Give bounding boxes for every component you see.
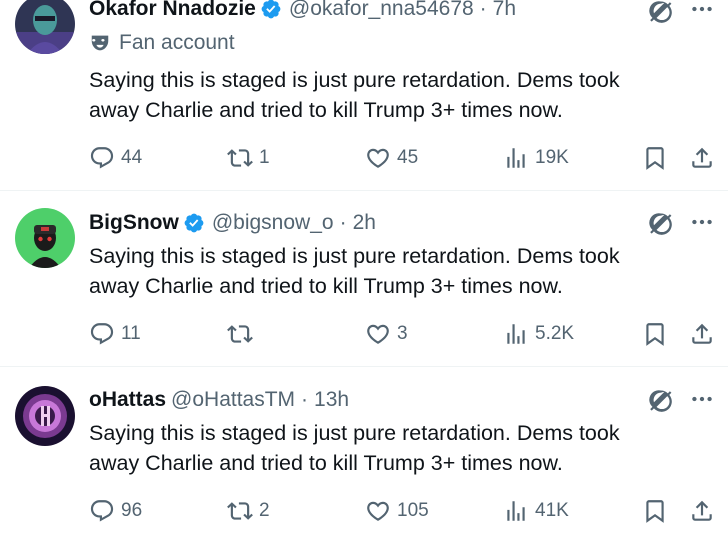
avatar[interactable] (15, 0, 75, 54)
bookmark-icon (642, 498, 668, 524)
more-options-icon[interactable] (689, 0, 715, 22)
reply-button[interactable]: 96 (89, 496, 142, 526)
mask-icon (91, 35, 109, 51)
like-count: 45 (397, 147, 419, 168)
views-icon (503, 498, 529, 524)
bookmark-icon (642, 321, 668, 347)
tweet-text: Saying this is staged is just pure retar… (89, 241, 709, 301)
share-icon (689, 498, 715, 524)
reply-icon (89, 498, 115, 524)
bookmark-button[interactable] (642, 319, 668, 349)
timestamp[interactable]: 7h (493, 0, 516, 21)
tweet-text-line: Saying this is staged is just pure retar… (89, 68, 620, 92)
verified-badge-icon[interactable] (260, 0, 282, 20)
avatar[interactable] (15, 208, 75, 268)
tweet-text-line: away Charlie and tried to kill Trump 3+ … (89, 98, 563, 122)
tweet-text-line: away Charlie and tried to kill Trump 3+ … (89, 274, 563, 298)
reply-count: 96 (121, 500, 143, 521)
like-button[interactable]: 105 (365, 496, 429, 526)
tweet-header: BigSnow @bigsnow_o · 2h (89, 209, 376, 237)
repost-button[interactable] (227, 319, 259, 349)
more-options-icon[interactable] (689, 209, 715, 235)
view-count: 41K (535, 500, 569, 521)
heart-icon (365, 498, 391, 524)
share-button[interactable] (689, 143, 715, 173)
display-name[interactable]: oHattas (89, 388, 166, 412)
tweet-header: Okafor Nnadozie @okafor_nna54678 · 7h (89, 0, 516, 23)
timestamp[interactable]: 13h (314, 388, 349, 412)
verified-badge-icon[interactable] (183, 212, 205, 234)
repost-count: 2 (259, 500, 270, 521)
grok-icon[interactable] (648, 210, 674, 236)
username[interactable]: @okafor_nna54678 (289, 0, 474, 21)
fan-account-label: Fan account (89, 31, 235, 55)
repost-count: 1 (259, 147, 270, 168)
share-icon (689, 321, 715, 347)
separator-dot: · (339, 211, 347, 234)
reply-count: 11 (121, 323, 141, 344)
tweet-header: oHattas @oHattasTM · 13h (89, 386, 349, 414)
repost-button[interactable]: 1 (227, 143, 270, 173)
heart-icon (365, 321, 391, 347)
grok-icon[interactable] (648, 0, 674, 24)
username[interactable]: @oHattasTM (171, 388, 295, 412)
like-button[interactable]: 45 (365, 143, 418, 173)
bookmark-button[interactable] (642, 143, 668, 173)
tweet-text-line: Saying this is staged is just pure retar… (89, 244, 620, 268)
tweet-1[interactable]: Okafor Nnadozie @okafor_nna54678 · 7h Fa… (0, 0, 728, 191)
reply-button[interactable]: 44 (89, 143, 142, 173)
like-button[interactable]: 3 (365, 319, 408, 349)
view-count: 19K (535, 147, 569, 168)
more-options-icon[interactable] (689, 386, 715, 412)
share-icon (689, 145, 715, 171)
like-count: 3 (397, 323, 408, 344)
display-name[interactable]: Okafor Nnadozie (89, 0, 256, 21)
separator-dot: · (479, 0, 487, 20)
repost-button[interactable]: 2 (227, 496, 270, 526)
tweet-text-line: away Charlie and tried to kill Trump 3+ … (89, 451, 563, 475)
reply-button[interactable]: 11 (89, 319, 141, 349)
heart-icon (365, 145, 391, 171)
share-button[interactable] (689, 496, 715, 526)
share-button[interactable] (689, 319, 715, 349)
username[interactable]: @bigsnow_o (212, 211, 334, 235)
tweet-text-line: Saying this is staged is just pure retar… (89, 421, 620, 445)
tweet-text: Saying this is staged is just pure retar… (89, 65, 709, 125)
like-count: 105 (397, 500, 429, 521)
reply-icon (89, 145, 115, 171)
repost-icon (227, 321, 253, 347)
display-name[interactable]: BigSnow (89, 211, 179, 235)
views-button[interactable]: 5.2K (503, 319, 574, 349)
views-button[interactable]: 41K (503, 496, 569, 526)
repost-icon (227, 145, 253, 171)
tweet-2[interactable]: BigSnow @bigsnow_o · 2h Saying this is s… (0, 191, 728, 367)
views-button[interactable]: 19K (503, 143, 569, 173)
view-count: 5.2K (535, 323, 575, 344)
views-icon (503, 321, 529, 347)
tweet-3[interactable]: oHattas @oHattasTM · 13h Saying this is … (0, 367, 728, 550)
tweet-text: Saying this is staged is just pure retar… (89, 418, 709, 478)
views-icon (503, 145, 529, 171)
separator-dot: · (301, 388, 309, 411)
timestamp[interactable]: 2h (353, 211, 376, 235)
repost-icon (227, 498, 253, 524)
reply-icon (89, 321, 115, 347)
bookmark-button[interactable] (642, 496, 668, 526)
avatar[interactable] (15, 386, 75, 446)
grok-icon[interactable] (648, 387, 674, 413)
reply-count: 44 (121, 147, 143, 168)
bookmark-icon (642, 145, 668, 171)
fan-account-text: Fan account (119, 31, 235, 54)
